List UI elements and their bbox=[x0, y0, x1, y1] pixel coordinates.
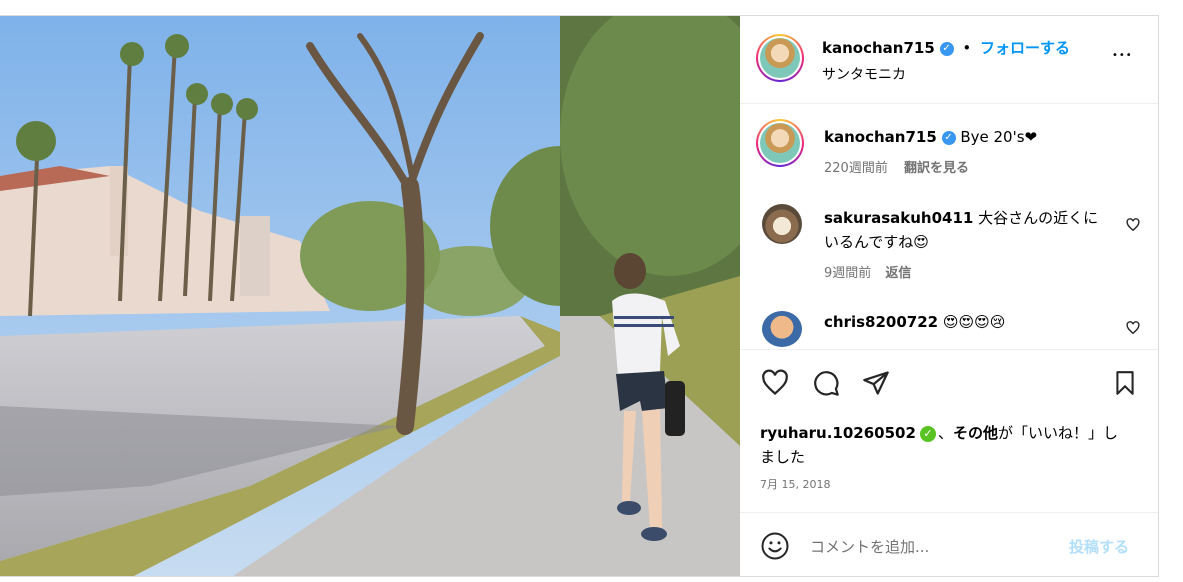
comment-username[interactable]: sakurasakuh0411 bbox=[824, 209, 973, 227]
header-line: kanochan715 ✓ • フォローする bbox=[822, 37, 1070, 58]
save-bookmark-icon[interactable] bbox=[1112, 369, 1138, 397]
author-avatar[interactable] bbox=[756, 34, 804, 82]
like-heart-icon[interactable] bbox=[760, 369, 790, 397]
post-comment-button[interactable]: 投稿する bbox=[1069, 536, 1129, 557]
more-options-icon[interactable]: ••• bbox=[1112, 50, 1133, 61]
post-photo[interactable] bbox=[0, 16, 740, 576]
translate-button[interactable]: 翻訳を見る bbox=[904, 161, 969, 176]
caption-meta: 220週間前 翻訳を見る bbox=[824, 157, 969, 176]
header-divider bbox=[740, 103, 1158, 104]
post-card: kanochan715 ✓ • フォローする サンタモニカ ••• kanoch… bbox=[0, 15, 1159, 577]
commenter-avatar[interactable] bbox=[762, 311, 802, 347]
caption-text: Bye 20's❤ bbox=[960, 128, 1038, 146]
likes-summary: ryuharu.10260502 ✓ 、その他が「いいね！」し ました bbox=[760, 421, 1145, 469]
caption-username[interactable]: kanochan715 bbox=[824, 128, 937, 146]
like-comment-heart-icon[interactable] bbox=[1126, 218, 1140, 232]
author-username[interactable]: kanochan715 bbox=[822, 39, 935, 57]
comment-bubble-icon[interactable] bbox=[811, 369, 841, 397]
caption-line: kanochan715 ✓ Bye 20's❤ bbox=[824, 128, 1037, 146]
comment-username[interactable]: chris8200722 bbox=[824, 313, 938, 331]
follow-button[interactable]: フォローする bbox=[980, 39, 1070, 57]
like-comment-heart-icon[interactable] bbox=[1126, 321, 1140, 335]
likes-text: が「いいね！」し bbox=[997, 424, 1118, 442]
comment-text: 😍😍😍😢 bbox=[942, 313, 1006, 331]
likes-others-link[interactable]: その他 bbox=[953, 424, 998, 442]
emoji-smiley-icon[interactable] bbox=[760, 531, 790, 561]
comment-text: 大谷さんの近くに bbox=[978, 209, 1099, 227]
comment-meta: 9週間前 返信 bbox=[824, 262, 911, 281]
post-location[interactable]: サンタモニカ bbox=[822, 64, 906, 84]
commenter-avatar[interactable] bbox=[762, 204, 802, 244]
likes-text: ました bbox=[760, 448, 806, 466]
verified-badge-icon: ✓ bbox=[941, 130, 956, 145]
comment-age: 9週間前 bbox=[824, 266, 872, 281]
liker-username[interactable]: ryuharu.10260502 bbox=[760, 424, 916, 442]
comment-text: いるんですね😍 bbox=[824, 233, 929, 251]
comment-input[interactable]: コメントを追加... bbox=[810, 536, 929, 557]
likes-separator: 、 bbox=[937, 424, 953, 442]
comment-body: sakurasakuh0411 大谷さんの近くに いるんですね😍 bbox=[824, 206, 1114, 254]
comment-body: chris8200722 😍😍😍😢 bbox=[824, 310, 1114, 334]
actions-divider bbox=[740, 349, 1158, 350]
caption-age: 220週間前 bbox=[824, 161, 888, 176]
post-date[interactable]: 7月 15, 2018 bbox=[760, 476, 830, 492]
composer-divider bbox=[740, 512, 1158, 513]
check-badge-icon: ✓ bbox=[919, 425, 936, 442]
reply-button[interactable]: 返信 bbox=[885, 266, 911, 281]
caption-avatar[interactable] bbox=[756, 119, 804, 167]
header-separator: • bbox=[962, 39, 972, 57]
post-side-panel: kanochan715 ✓ • フォローする サンタモニカ ••• kanoch… bbox=[740, 16, 1158, 576]
verified-badge-icon: ✓ bbox=[939, 41, 954, 56]
share-paper-plane-icon[interactable] bbox=[861, 369, 891, 397]
